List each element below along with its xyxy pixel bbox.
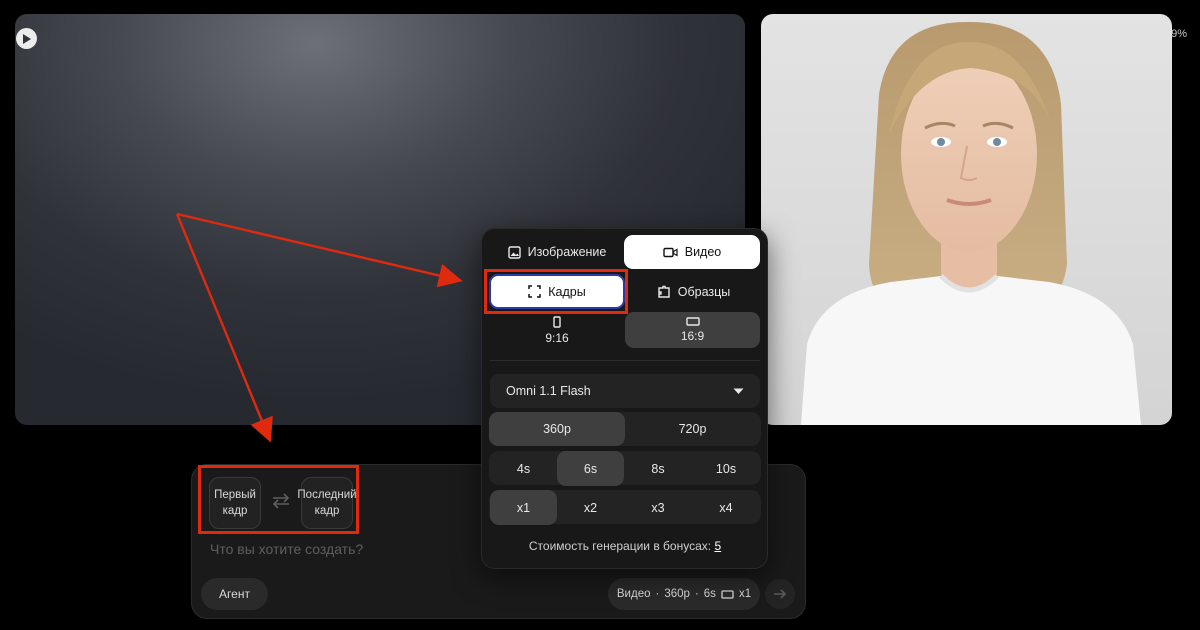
sample-icon bbox=[658, 285, 670, 298]
settings-separator: · bbox=[655, 588, 660, 600]
subtab-frames-label: Кадры bbox=[548, 284, 586, 299]
reference-portrait-image bbox=[761, 14, 1172, 425]
send-button[interactable] bbox=[765, 579, 795, 609]
subtab-samples-label: Образцы bbox=[677, 284, 731, 299]
video-camera-icon bbox=[663, 247, 678, 257]
generation-cost-label: Стоимость генерации в бонусах: bbox=[528, 539, 712, 553]
tab-image[interactable]: Изображение bbox=[493, 235, 621, 269]
arrow-right-icon bbox=[774, 589, 787, 599]
prompt-input[interactable]: Что вы хотите создать? bbox=[210, 541, 363, 557]
aspect-16-9-option[interactable]: 16:9 bbox=[625, 312, 760, 348]
settings-resolution: 360p bbox=[664, 588, 690, 600]
count-x3[interactable]: x3 bbox=[624, 490, 692, 525]
aspect-9-16-label: 9:16 bbox=[545, 330, 569, 345]
resolution-360p[interactable]: 360p bbox=[489, 412, 625, 446]
landscape-rect-icon bbox=[721, 589, 734, 599]
subtab-frames[interactable]: Кадры bbox=[489, 274, 625, 309]
image-icon bbox=[507, 245, 521, 259]
agent-button[interactable]: Агент bbox=[201, 578, 268, 610]
play-icon bbox=[23, 33, 31, 44]
count-x4[interactable]: x4 bbox=[692, 490, 760, 525]
aspect-9-16-option[interactable]: 9:16 bbox=[489, 312, 625, 348]
first-frame-slot[interactable]: Первый кадр bbox=[209, 477, 261, 529]
generation-settings-pill[interactable]: Видео · 360p · 6s x1 bbox=[608, 578, 760, 610]
tab-video[interactable]: Видео bbox=[624, 235, 760, 269]
duration-8s[interactable]: 8s bbox=[624, 451, 692, 486]
settings-count: x1 bbox=[738, 588, 752, 600]
settings-separator: · bbox=[694, 588, 699, 600]
tab-image-label: Изображение bbox=[527, 245, 607, 259]
duration-10s[interactable]: 10s bbox=[692, 451, 760, 486]
generation-cost-value[interactable]: 5 bbox=[714, 539, 721, 553]
count-x1[interactable]: x1 bbox=[490, 490, 557, 525]
model-select-value: Omni 1.1 Flash bbox=[506, 384, 591, 398]
swap-frames-icon[interactable] bbox=[270, 492, 292, 510]
subtab-samples[interactable]: Образцы bbox=[627, 274, 760, 309]
generation-cost: Стоимость генерации в бонусах: 5 bbox=[489, 539, 761, 553]
count-x2[interactable]: x2 bbox=[557, 490, 624, 525]
chevron-down-icon bbox=[733, 388, 744, 394]
last-frame-slot[interactable]: Последний кадр bbox=[297, 477, 357, 529]
landscape-rect-icon bbox=[685, 317, 700, 326]
tab-video-label: Видео bbox=[684, 245, 722, 259]
aspect-16-9-label: 16:9 bbox=[680, 329, 705, 343]
model-select[interactable]: Omni 1.1 Flash bbox=[490, 374, 760, 408]
settings-mode: Видео bbox=[616, 588, 651, 600]
duration-4s[interactable]: 4s bbox=[490, 451, 557, 486]
portrait-rect-icon bbox=[553, 315, 561, 328]
panel-divider bbox=[490, 360, 760, 361]
settings-duration: 6s bbox=[703, 588, 716, 600]
frame-corners-icon bbox=[528, 285, 542, 298]
duration-6s[interactable]: 6s bbox=[557, 451, 624, 486]
resolution-720p[interactable]: 720p bbox=[625, 412, 760, 446]
play-button[interactable] bbox=[16, 28, 37, 49]
